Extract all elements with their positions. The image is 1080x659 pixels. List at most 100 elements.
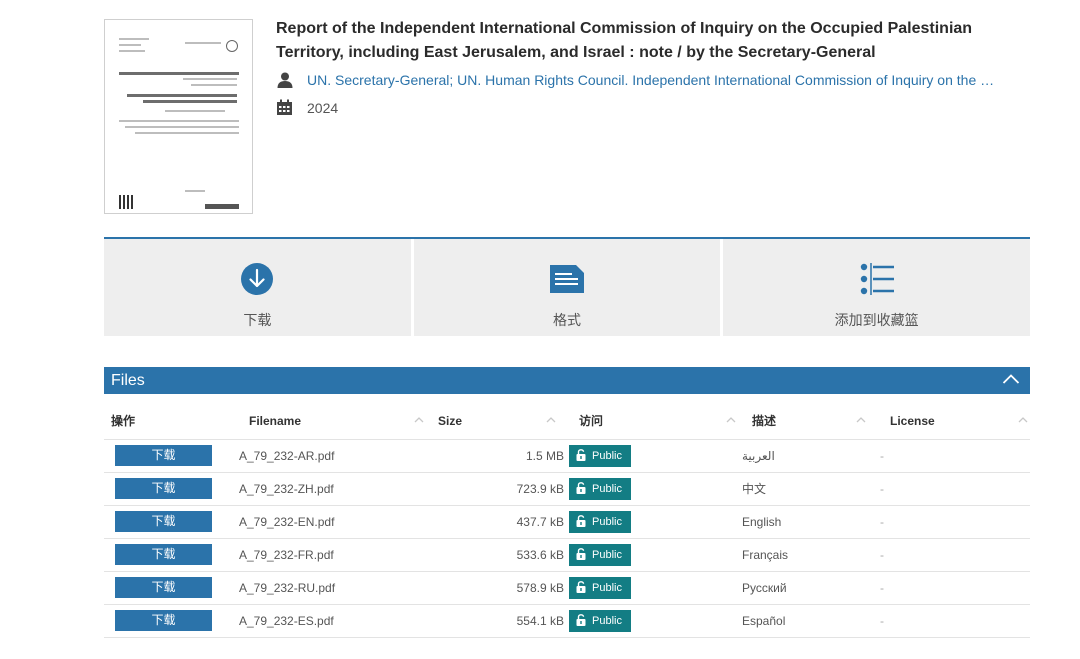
qr-code-icon — [119, 195, 133, 209]
download-circle-icon — [240, 261, 274, 297]
file-description: 中文 — [742, 482, 767, 496]
table-row: 下载 A_79_232-FR.pdf 533.6 kB Public Français - — [104, 538, 1030, 572]
table-row: 下载 A_79_232-RU.pdf 578.9 kB Public Русский - — [104, 571, 1030, 605]
cell-access: Public — [568, 439, 742, 473]
file-size: 723.9 kB — [516, 481, 564, 496]
download-button[interactable]: 下载 — [115, 544, 212, 565]
file-license: - — [880, 613, 884, 628]
action-tiles: 下载 格式 添加到收藏篮 — [104, 237, 1031, 336]
download-label: 下载 — [243, 312, 272, 328]
sort-icon[interactable] — [414, 415, 424, 425]
file-license: - — [880, 580, 884, 595]
cell-description: Español — [742, 604, 878, 638]
authors-list: UN. Secretary-General; UN. Human Rights … — [307, 72, 997, 88]
column-header-size[interactable]: Size — [428, 403, 568, 440]
cell-action: 下载 — [104, 439, 239, 473]
cell-license: - — [878, 571, 1030, 605]
cell-action: 下载 — [104, 571, 239, 605]
lock-open-icon — [576, 613, 592, 629]
column-header-access[interactable]: 访问 — [568, 403, 742, 440]
add-to-basket-label: 添加到收藏篮 — [834, 312, 919, 328]
download-button[interactable]: 下载 — [115, 577, 212, 598]
add-to-basket-tile[interactable]: 添加到收藏篮 — [723, 239, 1031, 336]
author-link[interactable]: UN. Secretary-General — [307, 72, 449, 88]
filename-link[interactable]: A_79_232-ES.pdf — [239, 614, 334, 628]
authors-row: UN. Secretary-General; UN. Human Rights … — [276, 71, 997, 89]
cell-description: Русский — [742, 571, 878, 605]
file-license: - — [880, 547, 884, 562]
sort-icon[interactable] — [856, 415, 866, 425]
sort-icon[interactable] — [1018, 415, 1028, 425]
filename-link[interactable]: A_79_232-FR.pdf — [239, 548, 334, 562]
filename-link[interactable]: A_79_232-ZH.pdf — [239, 482, 334, 496]
file-size: 578.9 kB — [516, 580, 564, 595]
cell-filename: A_79_232-AR.pdf — [239, 439, 428, 473]
file-size: 533.6 kB — [516, 547, 564, 562]
cell-action: 下载 — [104, 538, 239, 572]
public-badge: Public — [569, 477, 631, 500]
chevron-up-icon[interactable] — [1002, 372, 1020, 390]
publication-date: 2024 — [307, 100, 339, 116]
cell-action: 下载 — [104, 505, 239, 539]
cell-license: - — [878, 538, 1030, 572]
column-header-license[interactable]: License — [878, 403, 1030, 440]
lock-open-icon — [576, 580, 592, 596]
file-description: العربية — [742, 448, 775, 463]
download-button[interactable]: 下载 — [115, 478, 212, 499]
cell-size: 437.7 kB — [428, 505, 568, 539]
filename-link[interactable]: A_79_232-EN.pdf — [239, 515, 334, 529]
public-badge: Public — [569, 543, 631, 566]
file-license: - — [880, 514, 884, 529]
download-tile[interactable]: 下载 — [104, 239, 411, 336]
list-bullets-icon — [860, 261, 894, 297]
document-thumbnail[interactable] — [104, 19, 253, 214]
table-row: 下载 A_79_232-ZH.pdf 723.9 kB Public 中文 - — [104, 472, 1030, 506]
cell-action: 下载 — [104, 604, 239, 638]
lock-open-icon — [576, 514, 592, 530]
file-license: - — [880, 448, 884, 463]
file-description: Русский — [742, 580, 787, 595]
files-title: Files — [111, 371, 145, 389]
format-label: 格式 — [553, 312, 581, 328]
cell-access: Public — [568, 472, 742, 506]
record-title: Report of the Independent International … — [276, 20, 973, 61]
column-header-description[interactable]: 描述 — [742, 403, 878, 440]
author-link[interactable]: UN. Human Rights Council. Independent In… — [457, 72, 997, 88]
table-row: 下载 A_79_232-EN.pdf 437.7 kB Public English - — [104, 505, 1030, 539]
download-button[interactable]: 下载 — [115, 511, 212, 532]
table-header-row: 操作 Filename Size 访问 描述 License — [104, 403, 1030, 440]
files-table: 操作 Filename Size 访问 描述 License 下载 A_79_2… — [104, 403, 1030, 638]
cell-filename: A_79_232-EN.pdf — [239, 505, 428, 539]
download-button[interactable]: 下载 — [115, 610, 212, 631]
cell-license: - — [878, 439, 1030, 473]
public-badge: Public — [569, 510, 631, 533]
file-description: English — [742, 514, 782, 529]
cell-license: - — [878, 604, 1030, 638]
files-panel-header[interactable]: Files — [104, 367, 1030, 394]
sort-icon[interactable] — [726, 415, 736, 425]
filename-link[interactable]: A_79_232-AR.pdf — [239, 449, 334, 463]
download-button[interactable]: 下载 — [115, 445, 212, 466]
filename-link[interactable]: A_79_232-RU.pdf — [239, 581, 335, 595]
format-tile[interactable]: 格式 — [413, 239, 721, 336]
cell-size: 554.1 kB — [428, 604, 568, 638]
file-description: Français — [742, 547, 789, 562]
file-size: 1.5 MB — [525, 448, 564, 463]
cell-description: English — [742, 505, 878, 539]
cell-size: 578.9 kB — [428, 571, 568, 605]
column-header-filename[interactable]: Filename — [239, 403, 428, 440]
cell-size: 1.5 MB — [428, 439, 568, 473]
cell-action: 下载 — [104, 472, 239, 506]
table-row: 下载 A_79_232-ES.pdf 554.1 kB Public Español - — [104, 604, 1030, 638]
cell-filename: A_79_232-ES.pdf — [239, 604, 428, 638]
public-badge: Public — [569, 609, 631, 632]
column-header-action: 操作 — [104, 403, 239, 440]
table-row: 下载 A_79_232-AR.pdf 1.5 MB Public العربية - — [104, 439, 1030, 473]
cell-description: 中文 — [742, 472, 878, 506]
lock-open-icon — [576, 481, 592, 497]
sort-icon[interactable] — [546, 415, 556, 425]
file-license: - — [880, 481, 884, 496]
public-badge: Public — [569, 576, 631, 599]
lock-open-icon — [576, 448, 592, 464]
file-description: Español — [742, 613, 786, 628]
